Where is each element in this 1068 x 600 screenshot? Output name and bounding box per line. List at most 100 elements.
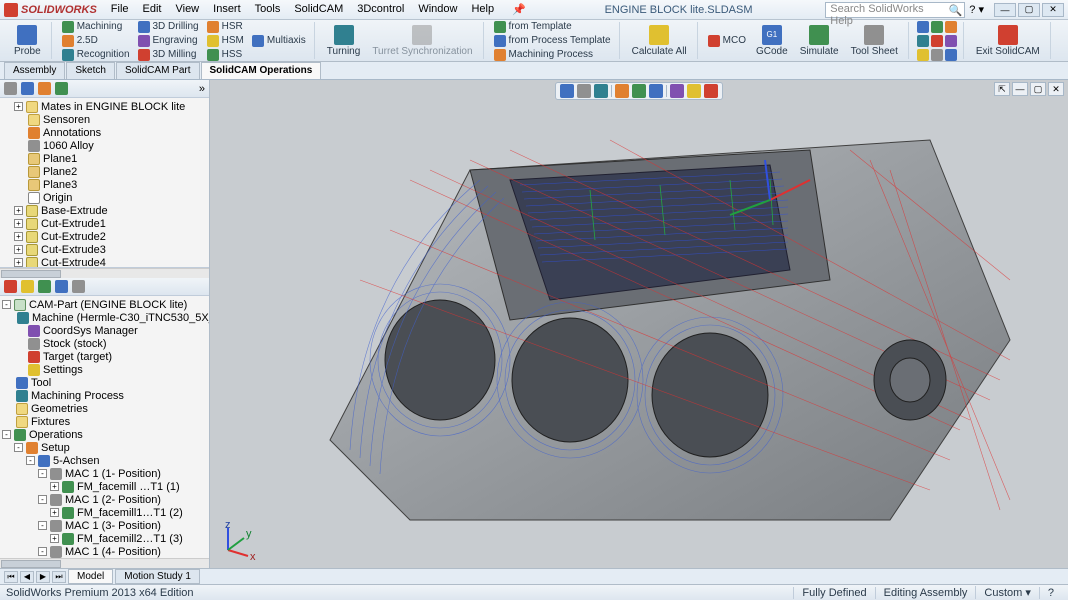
search-input[interactable]: Search SolidWorks Help 🔍 <box>825 2 965 18</box>
mini-icon[interactable] <box>931 35 943 47</box>
tab-prev-icon[interactable]: ◀ <box>20 571 34 583</box>
menu-edit[interactable]: Edit <box>137 1 168 18</box>
tree-item[interactable]: Machining Process <box>0 389 209 402</box>
calculate-all-button[interactable]: Calculate All <box>628 23 691 59</box>
expand-icon[interactable]: - <box>38 469 47 478</box>
tool-sheet-button[interactable]: Tool Sheet <box>847 23 902 59</box>
tree-item[interactable]: Target (target) <box>0 350 209 363</box>
expand-icon[interactable]: - <box>38 495 47 504</box>
status-custom[interactable]: Custom ▾ <box>975 586 1038 599</box>
tree-item[interactable]: +FM_facemill1…T1 (2) <box>0 506 209 519</box>
tree-item[interactable]: +Cut-Extrude1 <box>0 217 209 230</box>
expand-icon[interactable]: - <box>38 547 47 556</box>
tree-item[interactable]: Geometries <box>0 402 209 415</box>
tree-item[interactable]: +Cut-Extrude3 <box>0 243 209 256</box>
turning-button[interactable]: Turning <box>323 23 365 59</box>
filter-icon[interactable] <box>4 82 17 95</box>
expand-icon[interactable]: + <box>50 534 59 543</box>
expand-icon[interactable]: - <box>2 300 11 309</box>
hss-button[interactable]: HSS <box>205 48 246 61</box>
menu-insert[interactable]: Insert <box>207 1 247 18</box>
tab-sketch[interactable]: Sketch <box>66 62 115 79</box>
vp-link-icon[interactable]: ⇱ <box>994 82 1010 96</box>
tree-item[interactable]: Plane2 <box>0 165 209 178</box>
zoom-area-icon[interactable] <box>577 84 591 98</box>
tree-item[interactable]: +Base-Extrude <box>0 204 209 217</box>
tree-scrollbar[interactable] <box>0 268 209 278</box>
menu-help[interactable]: Help <box>465 1 500 18</box>
tree-item[interactable]: Sensoren <box>0 113 209 126</box>
mini-icon[interactable] <box>945 49 957 61</box>
expand-icon[interactable]: + <box>14 206 23 215</box>
expand-icon[interactable]: + <box>14 219 23 228</box>
tree-item[interactable]: +Cut-Extrude2 <box>0 230 209 243</box>
tree-item[interactable]: Plane3 <box>0 178 209 191</box>
cam-icon2[interactable] <box>21 280 34 293</box>
vp-min-icon[interactable]: — <box>1012 82 1028 96</box>
probe-button[interactable]: Probe <box>10 23 45 59</box>
tree-item[interactable]: -MAC 1 (4- Position) <box>0 545 209 558</box>
tree-item[interactable]: CoordSys Manager <box>0 324 209 337</box>
tree-item[interactable]: Tool <box>0 376 209 389</box>
maximize-button[interactable]: ▢ <box>1018 3 1040 17</box>
hsm-button[interactable]: HSM <box>205 34 246 47</box>
appearance-icon[interactable] <box>670 84 684 98</box>
close-button[interactable]: ✕ <box>1042 3 1064 17</box>
tree-item[interactable]: 1060 Alloy <box>0 139 209 152</box>
pin-icon[interactable]: 📌 <box>506 1 532 18</box>
machining-button[interactable]: Machining <box>60 20 132 33</box>
tab-assembly[interactable]: Assembly <box>4 62 65 79</box>
25d-button[interactable]: 2.5D <box>60 34 132 47</box>
tree-item[interactable]: -MAC 1 (3- Position) <box>0 519 209 532</box>
tree-item[interactable]: Machine (Hermle-C30_iTNC530_5X_T2eng) <box>0 311 209 324</box>
cam-icon4[interactable] <box>55 280 68 293</box>
hsr-button[interactable]: HSR <box>205 20 246 33</box>
cam-icon3[interactable] <box>38 280 51 293</box>
exit-solidcam-button[interactable]: Exit SolidCAM <box>972 23 1044 59</box>
search-icon[interactable]: 🔍 <box>949 4 963 17</box>
expand-icon[interactable]: - <box>2 430 11 439</box>
mini-icon[interactable] <box>945 21 957 33</box>
vp-close-icon[interactable]: ✕ <box>1048 82 1064 96</box>
mco-button[interactable]: MCO <box>706 34 748 47</box>
view-triad[interactable]: x z y <box>216 522 256 562</box>
feature-icon[interactable] <box>21 82 34 95</box>
tab-solidcam-operations[interactable]: SolidCAM Operations <box>201 62 322 79</box>
tree-item[interactable]: -Setup <box>0 441 209 454</box>
expand-icon[interactable]: + <box>14 232 23 241</box>
expand-icon[interactable]: + <box>50 508 59 517</box>
tree-item[interactable]: Plane1 <box>0 152 209 165</box>
zoom-fit-icon[interactable] <box>560 84 574 98</box>
feature-tree[interactable]: +Mates in ENGINE BLOCK liteSensorenAnnot… <box>0 98 209 268</box>
tree-item[interactable]: +Cut-Extrude4 <box>0 256 209 268</box>
menu-view[interactable]: View <box>169 1 205 18</box>
tree-item[interactable]: -5-Achsen <box>0 454 209 467</box>
help-dropdown-icon[interactable]: ? ▾ <box>969 3 984 16</box>
mini-icon[interactable] <box>931 21 943 33</box>
display-style-icon[interactable] <box>632 84 646 98</box>
menu-tools[interactable]: Tools <box>249 1 287 18</box>
btab-model[interactable]: Model <box>68 569 113 584</box>
config-icon[interactable] <box>38 82 51 95</box>
hide-show-icon[interactable] <box>649 84 663 98</box>
from-template-button[interactable]: from Template <box>492 20 613 33</box>
tree-item[interactable]: -MAC 1 (1- Position) <box>0 467 209 480</box>
tree-item[interactable]: +FM_facemill …T1 (1) <box>0 480 209 493</box>
mini-icon[interactable] <box>945 35 957 47</box>
tree-item[interactable]: Settings <box>0 363 209 376</box>
turret-button[interactable]: Turret Synchronization <box>368 23 476 59</box>
multiaxis-button[interactable]: Multiaxis <box>250 34 308 47</box>
expand-icon[interactable]: + <box>14 258 23 267</box>
tree-item[interactable]: Stock (stock) <box>0 337 209 350</box>
expand-icon[interactable]: - <box>26 456 35 465</box>
3dmilling-button[interactable]: 3D Milling <box>136 48 201 61</box>
vp-max-icon[interactable]: ▢ <box>1030 82 1046 96</box>
gcode-button[interactable]: G1GCode <box>752 23 792 59</box>
scene-icon[interactable] <box>687 84 701 98</box>
tab-solidcam-part[interactable]: SolidCAM Part <box>116 62 200 79</box>
menu-solidcam[interactable]: SolidCAM <box>288 1 349 18</box>
simulate-button[interactable]: Simulate <box>796 23 843 59</box>
expand-icon[interactable]: + <box>14 245 23 254</box>
model-canvas[interactable] <box>210 80 1068 568</box>
display-icon[interactable] <box>55 82 68 95</box>
